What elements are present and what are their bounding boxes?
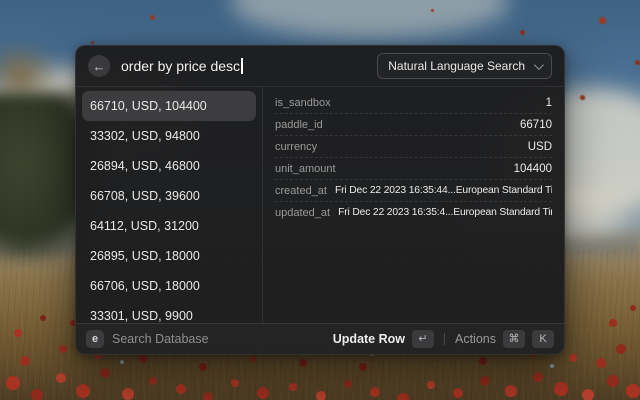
detail-key: currency [275,141,317,153]
detail-row: created_at Fri Dec 22 2023 16:35:44...Eu… [275,180,552,202]
detail-value: Fri Dec 22 2023 16:35:44...European Stan… [335,185,552,196]
arrow-left-icon: ← [93,60,106,73]
detail-key: updated_at [275,207,330,219]
extension-name-label: Search Database [112,332,209,346]
command-key-icon: ⌘ [503,330,525,348]
text-cursor [241,58,243,74]
search-query-text: order by price desc [121,58,240,74]
actions-menu-button[interactable]: Actions [455,332,496,346]
search-mode-label: Natural Language Search [388,59,525,73]
detail-value: USD [528,141,552,153]
chevron-down-icon [534,60,544,70]
search-bar: ← order by price desc Natural Language S… [76,46,564,87]
screen: ← order by price desc Natural Language S… [0,0,640,400]
search-input[interactable]: order by price desc [121,58,366,74]
list-item[interactable]: 33302, USD, 94800 [82,121,256,151]
detail-pane: is_sandbox 1 paddle_id 66710 currency US… [263,87,564,323]
detail-row: is_sandbox 1 [275,92,552,114]
back-button[interactable]: ← [88,55,110,77]
detail-value: 104400 [514,163,552,175]
results-area: 66710, USD, 104400 33302, USD, 94800 268… [76,87,564,323]
detail-row: updated_at Fri Dec 22 2023 16:35:4...Eur… [275,202,552,223]
search-mode-dropdown[interactable]: Natural Language Search [377,53,552,79]
extension-icon-glyph: e [92,333,98,345]
footer-bar: e Search Database Update Row ↵ Actions ⌘… [76,323,564,354]
detail-value: Fri Dec 22 2023 16:35:4...European Stand… [338,207,552,218]
footer-actions: Update Row ↵ Actions ⌘ K [333,330,554,348]
detail-value: 1 [546,97,552,109]
return-key-icon: ↵ [412,330,434,348]
detail-key: created_at [275,185,327,197]
list-item[interactable]: 33301, USD, 9900 [82,301,256,323]
detail-row: unit_amount 104400 [275,158,552,180]
command-palette-window: ← order by price desc Natural Language S… [75,45,565,355]
list-item[interactable]: 66710, USD, 104400 [82,91,256,121]
list-item[interactable]: 26895, USD, 18000 [82,241,256,271]
extension-icon: e [86,330,104,348]
results-list: 66710, USD, 104400 33302, USD, 94800 268… [76,87,262,323]
detail-row: currency USD [275,136,552,158]
update-row-button[interactable]: Update Row [333,332,405,346]
list-item[interactable]: 26894, USD, 46800 [82,151,256,181]
detail-value: 66710 [520,119,552,131]
detail-row: paddle_id 66710 [275,114,552,136]
list-item[interactable]: 66708, USD, 39600 [82,181,256,211]
footer-separator [444,333,445,345]
detail-key: unit_amount [275,163,336,175]
list-item[interactable]: 64112, USD, 31200 [82,211,256,241]
list-item[interactable]: 66706, USD, 18000 [82,271,256,301]
detail-key: paddle_id [275,119,323,131]
k-key-label: K [532,330,554,348]
detail-key: is_sandbox [275,97,331,109]
